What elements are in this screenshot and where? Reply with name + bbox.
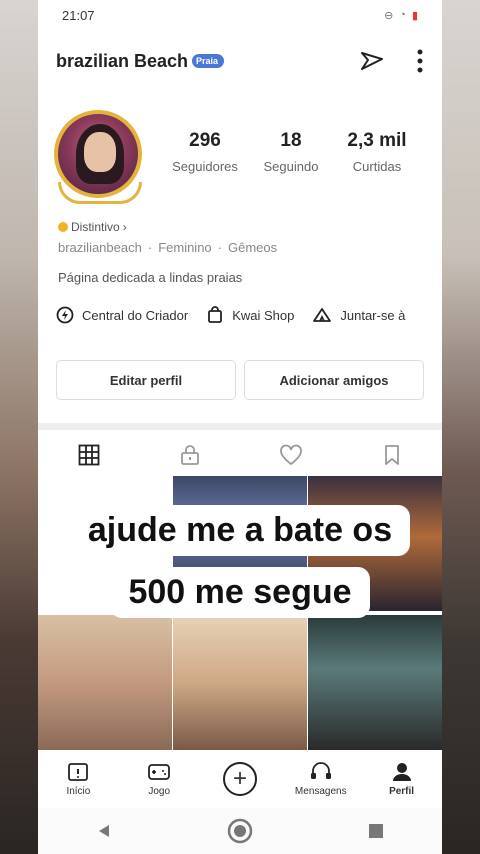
quick-links: Central do Criador Kwai Shop Juntar-se à <box>56 306 405 324</box>
stat-followers[interactable]: 296 Seguidores <box>162 130 248 174</box>
video-tile[interactable] <box>38 615 172 750</box>
lightning-icon <box>56 306 74 324</box>
nav-messages[interactable]: Mensagens <box>291 761 351 797</box>
kwai-shop-link[interactable]: Kwai Shop <box>206 306 294 324</box>
stats-row: 296 Seguidores 18 Seguindo 2,3 mil Curti… <box>162 130 420 174</box>
home-button-icon[interactable] <box>227 818 253 844</box>
avatar[interactable] <box>52 108 148 204</box>
shopping-bag-icon <box>208 306 223 323</box>
plus-icon: + <box>222 762 257 796</box>
profile-handle: brazilianbeach <box>58 240 142 255</box>
tab-saved[interactable] <box>362 436 422 474</box>
stat-following[interactable]: 18 Seguindo <box>248 130 334 174</box>
kwai-shop-label: Kwai Shop <box>232 307 295 323</box>
profile-header: brazilian Beach Praia <box>56 44 424 78</box>
join-label: Juntar-se à <box>340 307 406 323</box>
tab-grid[interactable] <box>59 436 119 474</box>
nav-create[interactable]: + <box>210 762 270 796</box>
likes-label: Curtidas <box>352 159 402 174</box>
creator-center-label: Central do Criador <box>82 307 189 323</box>
grid-icon <box>78 444 99 466</box>
page-title: brazilian Beach <box>56 50 189 71</box>
home-icon <box>68 763 89 781</box>
caption-line-1: ajude me a bate os <box>69 505 411 556</box>
nav-home-label: Início <box>66 786 91 797</box>
stat-likes[interactable]: 2,3 mil Curtidas <box>334 130 420 174</box>
status-bar: 21:07 ⊖ ◔ ▮ <box>38 0 442 30</box>
video-tile[interactable] <box>308 615 442 750</box>
content-tabs <box>38 436 442 474</box>
recents-icon[interactable] <box>368 823 384 839</box>
lock-icon <box>44 484 55 496</box>
background-left <box>0 0 38 854</box>
distintivo-link[interactable]: Distintivo › <box>58 220 127 234</box>
wifi-icon: ◔ <box>399 9 406 21</box>
praia-badge[interactable]: Praia <box>192 54 225 68</box>
edit-profile-button[interactable]: Editar perfil <box>56 360 236 400</box>
distintivo-label: Distintivo <box>71 220 120 234</box>
share-icon[interactable] <box>358 47 386 75</box>
action-buttons: Editar perfil Adicionar amigos <box>56 360 424 400</box>
profile-bio: Página dedicada a lindas praias <box>58 270 243 285</box>
followers-label: Seguidores <box>172 159 238 174</box>
heart-icon <box>279 444 302 466</box>
lock-icon <box>180 445 199 465</box>
add-friends-button[interactable]: Adicionar amigos <box>244 360 424 400</box>
likes-count: 2,3 mil <box>347 130 407 151</box>
tent-icon <box>313 308 332 322</box>
section-divider <box>38 423 442 430</box>
nav-game-label: Jogo <box>148 786 171 797</box>
nav-game[interactable]: Jogo <box>129 761 189 797</box>
caption-line-2: 500 me segue <box>110 567 370 618</box>
more-icon[interactable] <box>416 48 424 74</box>
nav-home[interactable]: Início <box>48 761 108 797</box>
background-right <box>442 0 480 854</box>
bottom-nav: Início Jogo + Mensagens Perfil <box>38 750 442 808</box>
tab-likes[interactable] <box>261 436 321 474</box>
tab-private[interactable] <box>160 436 220 474</box>
phone-screen: 21:07 ⊖ ◔ ▮ brazilian Beach Praia 296 Se… <box>38 0 442 854</box>
join-link[interactable]: Juntar-se à <box>312 306 405 324</box>
following-label: Seguindo <box>263 159 319 174</box>
video-tile[interactable] <box>173 615 307 750</box>
profile-icon <box>392 763 411 781</box>
profile-gender: Feminino <box>158 240 212 255</box>
bookmark-icon <box>384 445 399 465</box>
dnd-icon: ⊖ <box>384 9 394 22</box>
status-icons: ⊖ ◔ ▮ <box>384 9 418 22</box>
chevron-right-icon: › <box>122 220 127 234</box>
nav-profile-label: Perfil <box>389 786 415 797</box>
battery-icon: ▮ <box>411 9 418 22</box>
coin-icon <box>58 222 68 232</box>
memories-text: Memórias 4 <box>58 484 119 496</box>
following-count: 18 <box>280 130 302 151</box>
followers-count: 296 <box>189 130 221 151</box>
back-icon[interactable] <box>96 823 112 839</box>
laurel-frame <box>58 182 142 204</box>
creator-center-link[interactable]: Central do Criador <box>56 306 188 324</box>
status-time: 21:07 <box>62 7 95 23</box>
nav-profile[interactable]: Perfil <box>372 761 432 797</box>
profile-sign: Gêmeos <box>228 240 278 255</box>
gamepad-icon <box>148 764 171 780</box>
memories-label: Memórias 4 <box>44 484 119 496</box>
profile-meta: brazilianbeach · Feminino · Gêmeos <box>58 240 278 255</box>
nav-messages-label: Mensagens <box>294 786 347 797</box>
system-nav-bar <box>38 808 442 854</box>
headset-icon <box>310 762 331 779</box>
